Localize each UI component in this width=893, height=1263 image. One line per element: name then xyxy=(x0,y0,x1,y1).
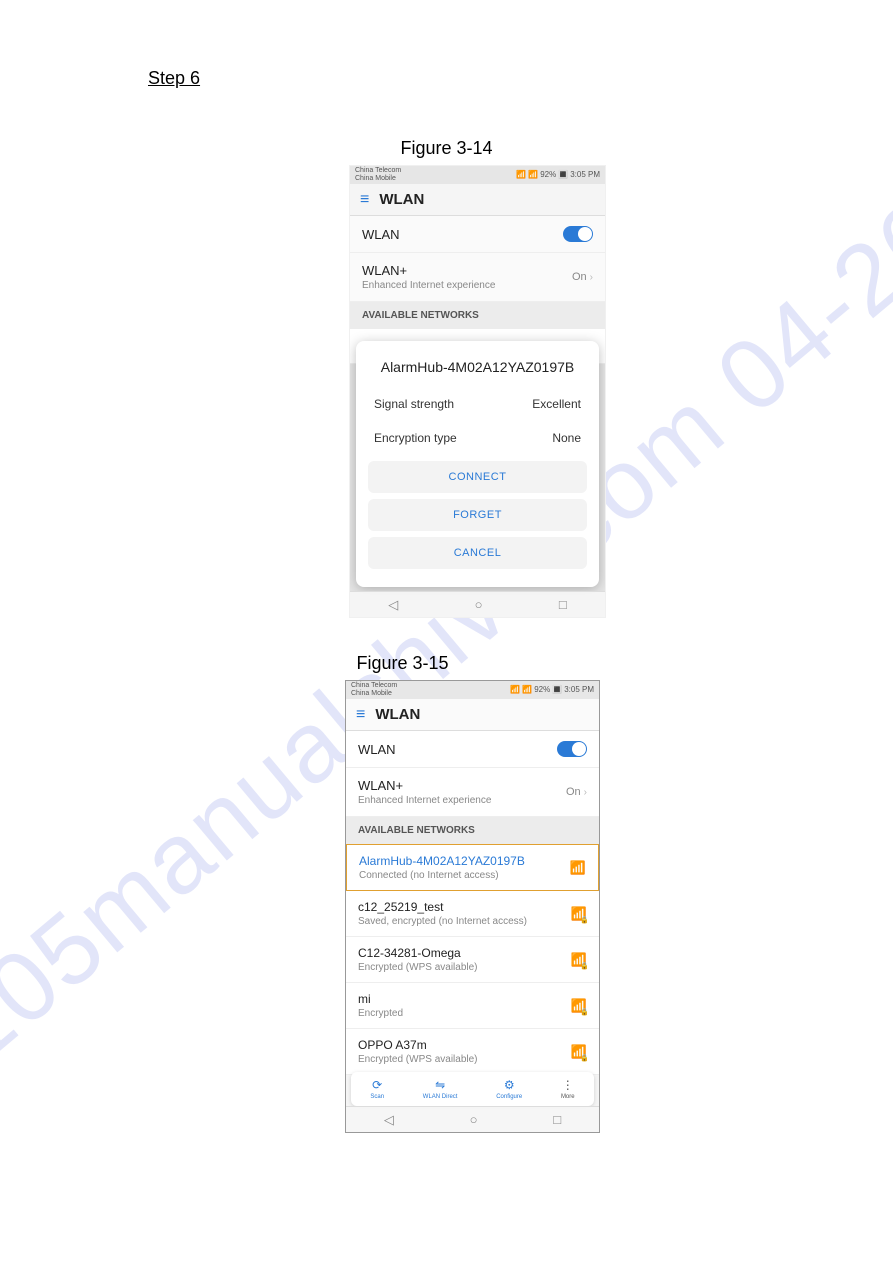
scan-button[interactable]: ⟳ Scan xyxy=(370,1078,384,1100)
battery-icon: 🔳 xyxy=(552,686,562,695)
encryption-label: Encryption type xyxy=(374,431,457,445)
network-sub: Encrypted (WPS available) xyxy=(358,962,478,973)
nav-recent-icon[interactable]: □ xyxy=(553,1112,561,1127)
page-title: WLAN xyxy=(379,191,424,208)
scan-icon: ⟳ xyxy=(372,1078,382,1092)
wifi-status-icon: 📶 xyxy=(510,686,520,695)
connect-button[interactable]: CONNECT xyxy=(368,461,587,493)
step-heading: Step 6 xyxy=(148,68,200,89)
dialog-title: AlarmHub-4M02A12YAZ0197B xyxy=(356,353,599,387)
network-sub: Encrypted xyxy=(358,1008,403,1019)
network-name: AlarmHub-4M02A12YAZ0197B xyxy=(359,854,525,868)
carrier-1: China Telecom xyxy=(351,682,397,690)
network-sub: Connected (no Internet access) xyxy=(359,870,525,881)
wlan-plus-label: WLAN+ xyxy=(358,778,491,793)
network-row[interactable]: mi Encrypted 📶🔒 xyxy=(346,983,599,1029)
wlan-direct-button[interactable]: ⇋ WLAN Direct xyxy=(423,1078,458,1100)
wifi-lock-icon: 📶🔒 xyxy=(571,906,587,922)
page-title: WLAN xyxy=(375,706,420,723)
more-button[interactable]: ⋮ More xyxy=(561,1078,575,1100)
cancel-button[interactable]: CANCEL xyxy=(368,537,587,569)
encryption-value: None xyxy=(552,431,581,445)
carrier-1: China Telecom xyxy=(355,167,401,175)
more-icon: ⋮ xyxy=(562,1078,574,1092)
menu-icon[interactable]: ≡ xyxy=(356,706,365,724)
battery-pct: 92% xyxy=(540,171,556,180)
available-networks-header: AVAILABLE NETWORKS xyxy=(350,302,605,329)
nav-home-icon[interactable]: ○ xyxy=(475,597,483,612)
scan-label: Scan xyxy=(370,1094,384,1100)
wlan-toggle-row[interactable]: WLAN xyxy=(346,731,599,768)
network-name: c12_25219_test xyxy=(358,900,527,914)
network-name: OPPO A37m xyxy=(358,1038,478,1052)
wlan-direct-label: WLAN Direct xyxy=(423,1094,458,1100)
gear-icon: ⚙ xyxy=(504,1078,515,1092)
nav-recent-icon[interactable]: □ xyxy=(559,597,567,612)
phone-screenshot-1: China Telecom China Mobile 📶 📶 92% 🔳 3:0… xyxy=(349,165,606,618)
wlan-plus-value: On› xyxy=(566,786,587,798)
carrier-2: China Mobile xyxy=(351,690,397,698)
phone-screenshot-2: China Telecom China Mobile 📶 📶 92% 🔳 3:0… xyxy=(345,680,600,1133)
carrier-2: China Mobile xyxy=(355,175,401,183)
network-row[interactable]: c12_25219_test Saved, encrypted (no Inter… xyxy=(346,891,599,937)
wlan-toggle[interactable] xyxy=(557,741,587,757)
wlan-plus-row[interactable]: WLAN+ Enhanced Internet experience On› xyxy=(350,253,605,302)
bottom-action-bar: ⟳ Scan ⇋ WLAN Direct ⚙ Configure ⋮ More xyxy=(351,1072,594,1106)
network-name: mi xyxy=(358,992,403,1006)
wlan-toggle-row[interactable]: WLAN xyxy=(350,216,605,253)
network-dialog: AlarmHub-4M02A12YAZ0197B Signal strength… xyxy=(356,341,599,587)
title-bar: ≡ WLAN xyxy=(350,184,605,216)
signal-icon: 📶 xyxy=(522,686,532,695)
network-name: C12-34281-Omega xyxy=(358,946,478,960)
battery-icon: 🔳 xyxy=(558,171,568,180)
network-sub: Encrypted (WPS available) xyxy=(358,1054,478,1065)
title-bar: ≡ WLAN xyxy=(346,699,599,731)
forget-button[interactable]: FORGET xyxy=(368,499,587,531)
wlan-toggle[interactable] xyxy=(563,226,593,242)
wlan-plus-sub: Enhanced Internet experience xyxy=(362,280,495,291)
battery-pct: 92% xyxy=(534,686,550,695)
dialog-signal-row: Signal strength Excellent xyxy=(356,387,599,421)
available-networks-header: AVAILABLE NETWORKS xyxy=(346,817,599,844)
wlan-plus-value: On› xyxy=(572,271,593,283)
wlan-plus-label: WLAN+ xyxy=(362,263,495,278)
wlan-plus-sub: Enhanced Internet experience xyxy=(358,795,491,806)
wifi-lock-icon: 📶🔒 xyxy=(571,952,587,968)
figure-caption-2: Figure 3-15 xyxy=(0,653,805,674)
network-sub: Saved, encrypted (no Internet access) xyxy=(358,916,527,927)
nav-back-icon[interactable]: ◁ xyxy=(388,597,398,613)
wifi-status-icon: 📶 xyxy=(516,171,526,180)
android-nav-bar: ◁ ○ □ xyxy=(346,1106,599,1132)
wifi-icon: 📶 xyxy=(570,860,586,876)
status-bar: China Telecom China Mobile 📶 📶 92% 🔳 3:0… xyxy=(346,681,599,699)
nav-home-icon[interactable]: ○ xyxy=(470,1112,478,1127)
wlan-direct-icon: ⇋ xyxy=(435,1078,445,1092)
clock: 3:05 PM xyxy=(564,686,594,695)
signal-strength-label: Signal strength xyxy=(374,397,454,411)
signal-strength-value: Excellent xyxy=(532,397,581,411)
network-row[interactable]: C12-34281-Omega Encrypted (WPS available)… xyxy=(346,937,599,983)
dialog-encryption-row: Encryption type None xyxy=(356,421,599,455)
wlan-label: WLAN xyxy=(362,227,400,242)
figure-caption-1: Figure 3-14 xyxy=(0,138,893,159)
signal-icon: 📶 xyxy=(528,171,538,180)
chevron-right-icon: › xyxy=(584,787,587,798)
status-bar: China Telecom China Mobile 📶 📶 92% 🔳 3:0… xyxy=(350,166,605,184)
configure-button[interactable]: ⚙ Configure xyxy=(496,1078,522,1100)
configure-label: Configure xyxy=(496,1094,522,1100)
wlan-plus-row[interactable]: WLAN+ Enhanced Internet experience On› xyxy=(346,768,599,817)
chevron-right-icon: › xyxy=(590,272,593,283)
menu-icon[interactable]: ≡ xyxy=(360,191,369,209)
network-row[interactable]: OPPO A37m Encrypted (WPS available) 📶🔒 xyxy=(346,1029,599,1075)
android-nav-bar: ◁ ○ □ xyxy=(350,591,605,617)
network-row[interactable]: AlarmHub-4M02A12YAZ0197B Connected (no In… xyxy=(346,844,599,891)
wifi-lock-icon: 📶🔒 xyxy=(571,998,587,1014)
wlan-label: WLAN xyxy=(358,742,396,757)
more-label: More xyxy=(561,1094,575,1100)
clock: 3:05 PM xyxy=(570,171,600,180)
wifi-lock-icon: 📶🔒 xyxy=(571,1044,587,1060)
nav-back-icon[interactable]: ◁ xyxy=(384,1112,394,1128)
